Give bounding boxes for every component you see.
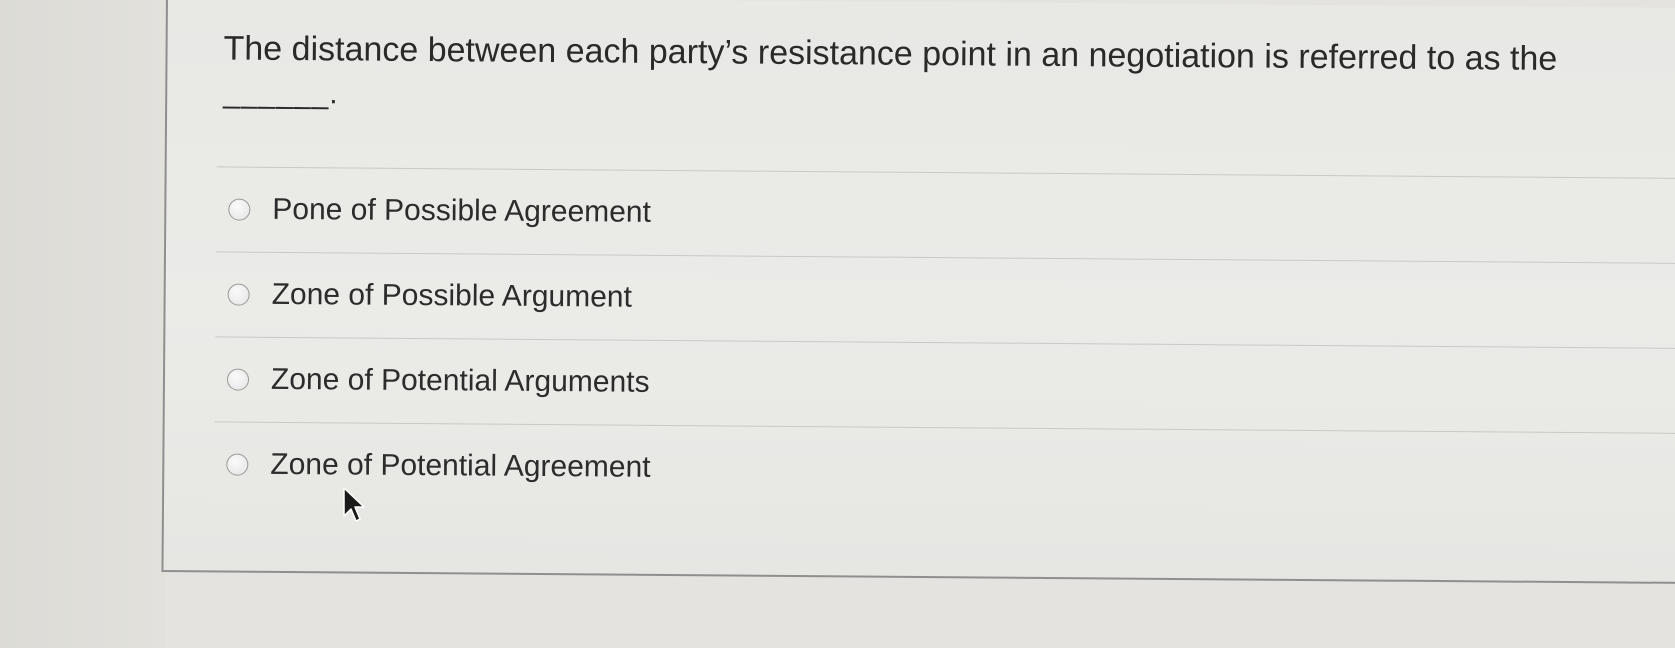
answer-option[interactable]: Pone of Possible Agreement (215, 166, 1675, 263)
question-blank: ______. (223, 76, 339, 111)
answer-option[interactable]: Zone of Potential Arguments (214, 336, 1675, 433)
question-text: The distance between each party’s resist… (223, 29, 1558, 78)
answer-option-label: Zone of Potential Agreement (270, 447, 651, 484)
page-background (0, 0, 166, 648)
radio-button-icon[interactable] (226, 368, 250, 391)
answer-option-label: Pone of Possible Agreement (272, 192, 652, 229)
mouse-pointer-icon (343, 487, 365, 522)
question-card: The distance between each party’s resist… (161, 0, 1675, 584)
answer-option-label: Zone of Potential Arguments (270, 362, 650, 399)
answer-option[interactable]: Zone of Potential Agreement (213, 421, 1675, 518)
radio-button-icon[interactable] (227, 283, 250, 306)
answer-option[interactable]: Zone of Possible Argument (215, 251, 1675, 348)
answer-options: Pone of Possible Agreement Zone of Possi… (213, 166, 1675, 518)
radio-button-icon[interactable] (228, 198, 251, 221)
answer-option-label: Zone of Possible Argument (271, 277, 632, 314)
radio-button-icon[interactable] (226, 453, 249, 476)
